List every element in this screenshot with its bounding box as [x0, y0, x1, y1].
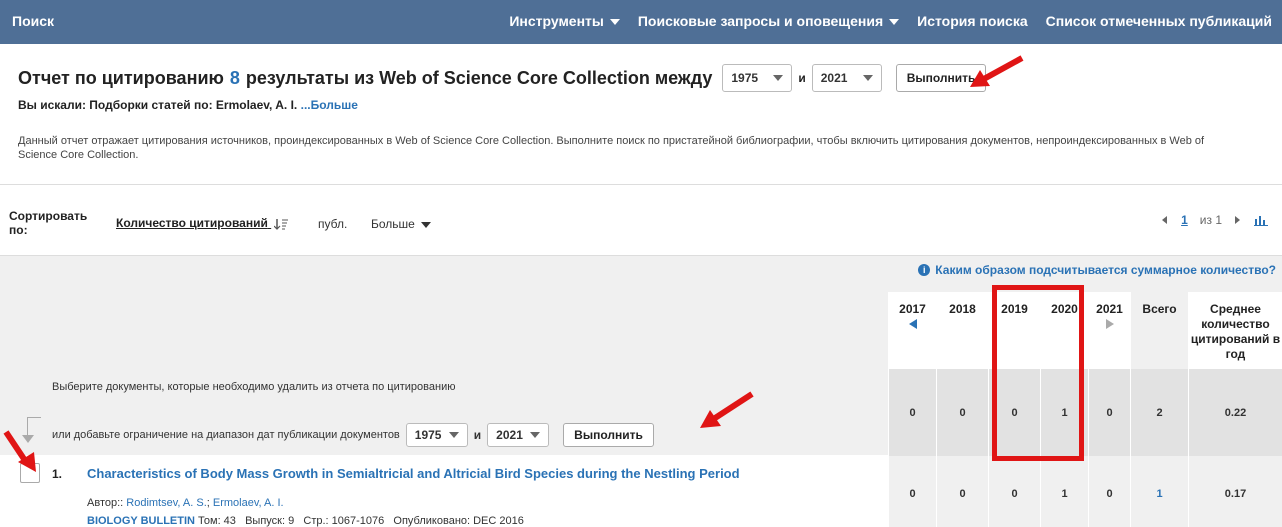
- year-from-select[interactable]: 1975: [722, 64, 793, 92]
- year-header-2018: 2018: [936, 292, 988, 369]
- title-prefix: Отчет по цитированию: [18, 67, 224, 88]
- divider: [0, 184, 1282, 185]
- sum-2017: 0: [888, 369, 936, 456]
- year-label: 2018: [949, 302, 976, 316]
- top-nav-bar: Поиск Инструменты Поисковые запросы и оп…: [0, 0, 1282, 44]
- sort-active-label: Количество цитирований: [116, 216, 268, 230]
- caret-down-icon: [773, 75, 784, 81]
- arrow-left-icon[interactable]: [908, 319, 917, 329]
- publication-details: Том: 43 Выпуск: 9 Стр.: 1067-1076 Опубли…: [198, 515, 524, 527]
- sort-more-dropdown[interactable]: Больше: [371, 217, 431, 231]
- limit-text: или добавьте ограничение на диапазон дат…: [52, 429, 400, 441]
- search-more-link[interactable]: ...Больше: [301, 98, 358, 112]
- year-label: 2021: [1096, 302, 1123, 316]
- author-link[interactable]: Ermolaev, A. I.: [213, 497, 284, 509]
- page-title: Отчет по цитированию 8 результаты из Web…: [18, 64, 987, 92]
- date-limit-row: или добавьте ограничение на диапазон дат…: [52, 423, 654, 447]
- and-label: и: [798, 71, 806, 85]
- sort-by-citations[interactable]: Количество цитирований: [116, 216, 289, 230]
- bar-chart-icon[interactable]: [1254, 214, 1268, 226]
- limit-to-select[interactable]: 2021: [487, 423, 550, 447]
- title-suffix: результаты из Web of Science Core Collec…: [245, 67, 713, 88]
- sort-by-publ[interactable]: публ.: [318, 217, 347, 231]
- sort-label: Сортировать по:: [9, 209, 99, 237]
- search-summary: Вы искали: Подборки статей по: Ermolaev,…: [18, 98, 358, 112]
- caret-down-icon: [448, 432, 459, 438]
- author-link[interactable]: Rodimtsev, A. S.: [126, 497, 207, 509]
- sort-label-text: Сортировать по:: [9, 209, 88, 237]
- authors-label: Автор::: [87, 497, 124, 509]
- year-to-select[interactable]: 2021: [811, 64, 882, 92]
- nav-links: Инструменты Поисковые запросы и оповещен…: [509, 13, 1272, 29]
- pub-2018: 0: [936, 456, 988, 527]
- year-from-value: 1975: [731, 71, 759, 85]
- pub-2020: 1: [1040, 456, 1088, 527]
- red-arrow-annotation: [700, 391, 754, 428]
- nav-saved-label: Поисковые запросы и оповещения: [637, 13, 884, 29]
- prev-page-icon[interactable]: [1161, 215, 1169, 225]
- limit-run-button[interactable]: Выполнить: [563, 423, 654, 447]
- nav-search[interactable]: Поиск: [12, 13, 54, 29]
- caret-down-icon: [889, 19, 900, 26]
- nav-tools[interactable]: Инструменты: [509, 13, 620, 29]
- remove-instructions: Выберите документы, которые необходимо у…: [52, 381, 456, 393]
- red-arrow-annotation: [970, 55, 1024, 87]
- pub-total[interactable]: 1: [1130, 456, 1188, 527]
- pagination: 1 из 1: [1161, 213, 1268, 227]
- search-summary-text: Вы искали: Подборки статей по: Ermolaev,…: [18, 98, 298, 112]
- page-of: из 1: [1199, 213, 1222, 227]
- sum-avg: 0.22: [1188, 369, 1282, 456]
- info-link-text: Каким образом подсчитывается суммарное к…: [935, 263, 1276, 277]
- publication-index: 1.: [52, 467, 63, 481]
- limit-to-value: 2021: [496, 428, 523, 442]
- pub-2019: 0: [988, 456, 1040, 527]
- limit-from-select[interactable]: 1975: [405, 423, 468, 447]
- red-arrow-annotation: [3, 430, 36, 472]
- publication-source: BIOLOGY BULLETIN Том: 43 Выпуск: 9 Стр.:…: [87, 515, 524, 527]
- pub-2017: 0: [888, 456, 936, 527]
- caret-down-icon: [609, 19, 620, 26]
- sum-2018: 0: [936, 369, 988, 456]
- avg-header: Среднее количество цитирований в год: [1188, 292, 1282, 369]
- year-label: 2017: [899, 302, 926, 316]
- sort-desc-icon: [273, 218, 289, 230]
- info-link[interactable]: i Каким образом подсчитывается суммарное…: [918, 263, 1276, 277]
- publication-title[interactable]: Characteristics of Body Mass Growth in S…: [87, 466, 740, 481]
- year-header-2021: 2021: [1088, 292, 1130, 369]
- year-to-value: 2021: [820, 71, 848, 85]
- sort-more-label: Больше: [371, 217, 415, 231]
- nav-saved-searches[interactable]: Поисковые запросы и оповещения: [637, 13, 900, 29]
- journal-link[interactable]: BIOLOGY BULLETIN: [87, 515, 195, 527]
- sum-total: 2: [1130, 369, 1188, 456]
- next-page-icon[interactable]: [1234, 215, 1242, 225]
- pub-2021: 0: [1088, 456, 1130, 527]
- total-header: Всего: [1130, 292, 1188, 369]
- limit-from-value: 1975: [414, 428, 442, 442]
- publication-authors: Автор:: Rodimtsev, A. S.; Ermolaev, A. I…: [87, 497, 284, 509]
- caret-down-icon: [530, 432, 541, 438]
- report-description: Данный отчет отражает цитирования источн…: [18, 135, 1205, 161]
- year-header-2017[interactable]: 2017: [888, 292, 936, 369]
- caret-down-icon: [862, 75, 873, 81]
- limit-and: и: [473, 428, 482, 442]
- sum-2021: 0: [1088, 369, 1130, 456]
- caret-down-icon: [420, 221, 431, 228]
- info-icon: i: [918, 264, 931, 276]
- highlight-rectangle: [992, 285, 1084, 461]
- arrow-right-icon[interactable]: [1105, 319, 1114, 329]
- nav-history[interactable]: История поиска: [917, 13, 1027, 29]
- page-number[interactable]: 1: [1181, 213, 1188, 227]
- results-count: 8: [229, 67, 240, 88]
- pub-avg: 0.17: [1188, 456, 1282, 527]
- nav-marked-list[interactable]: Список отмеченных публикаций: [1046, 13, 1272, 29]
- nav-tools-label: Инструменты: [509, 13, 604, 29]
